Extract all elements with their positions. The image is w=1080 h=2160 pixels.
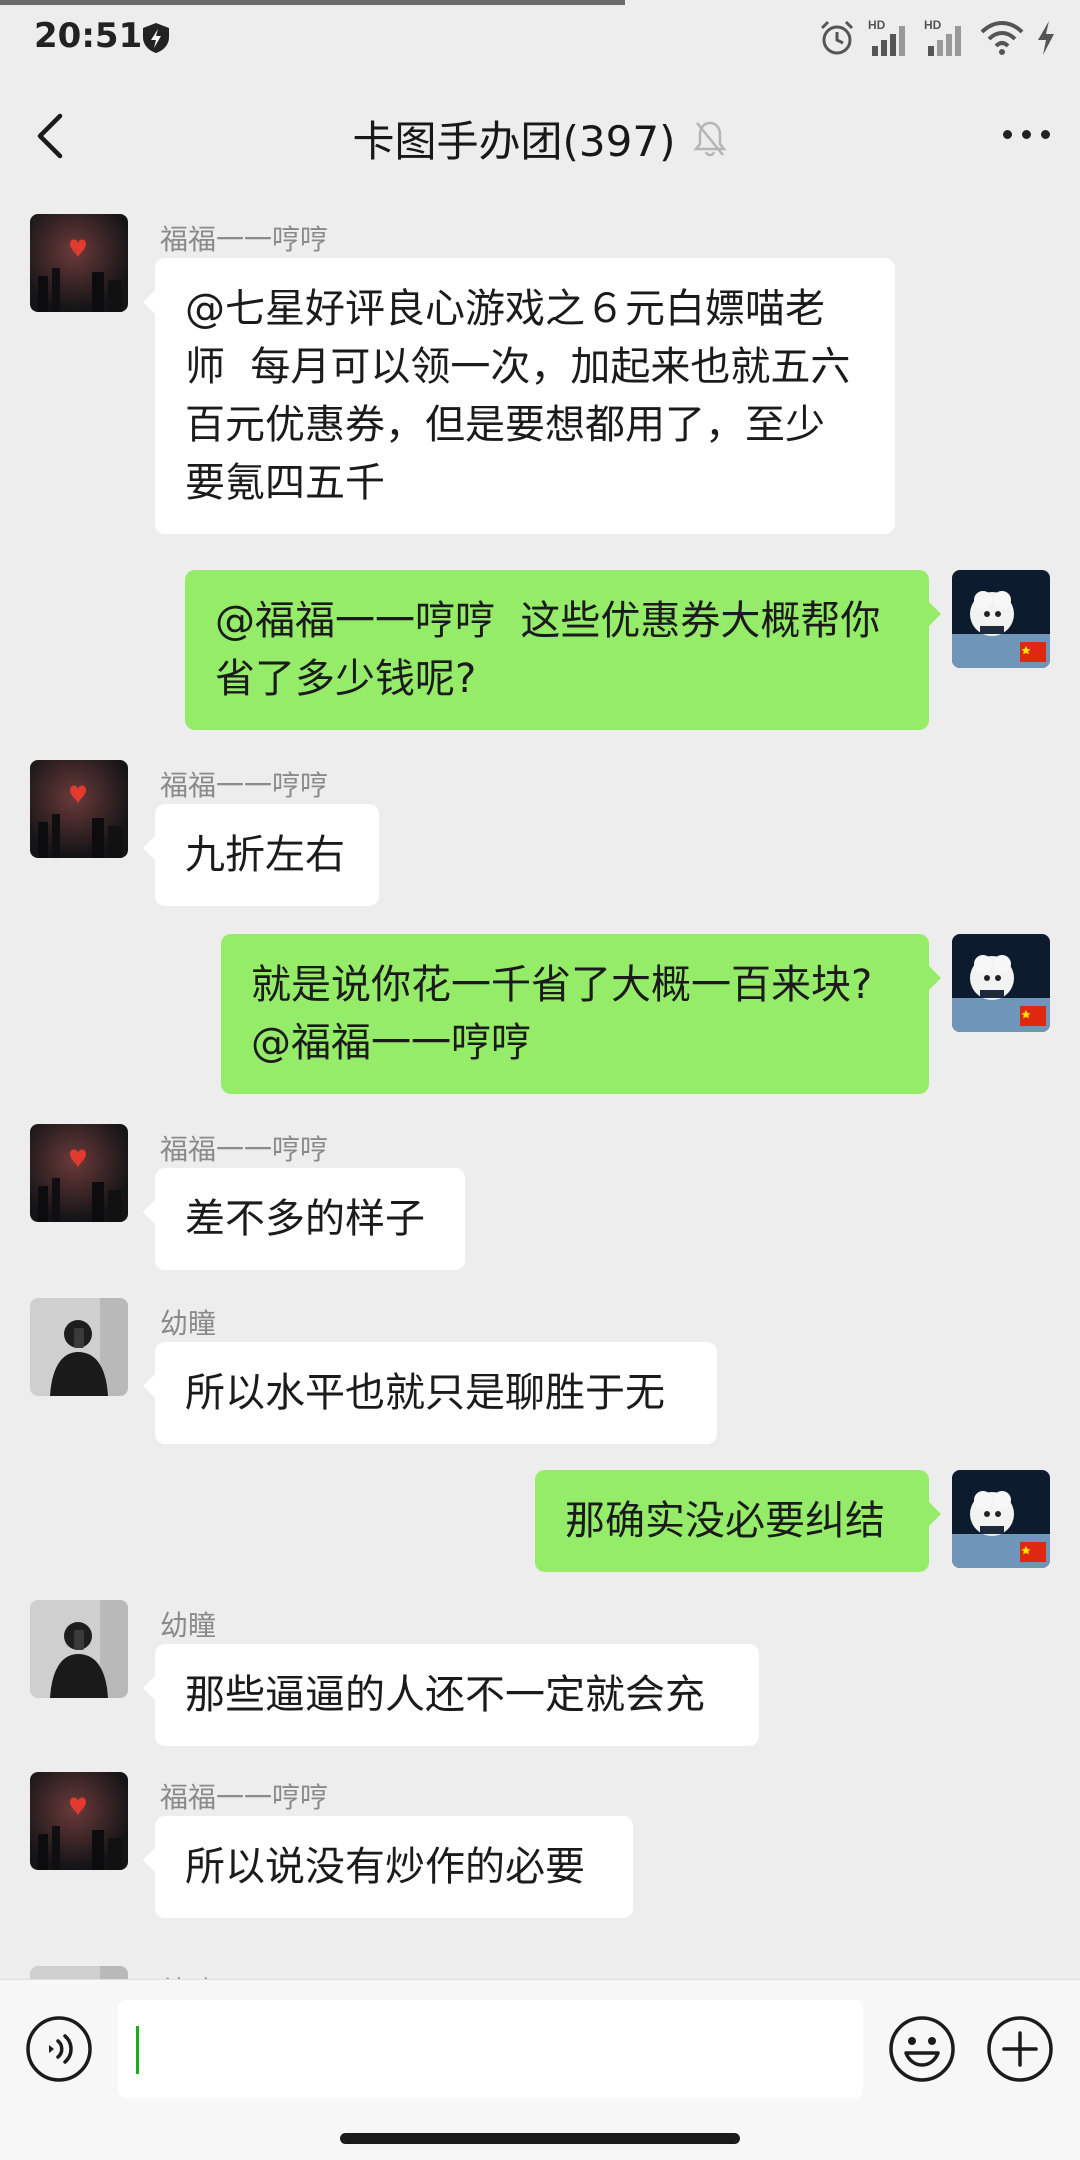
avatar[interactable] [30,214,128,312]
status-bar: 20:51 HD HD [0,0,1080,78]
message-text-line: @福福一一哼哼 [251,1020,531,1066]
chat-screen: 20:51 HD HD 卡图手办团(397) 福福一一哼哼 @七星好评良心游戏之… [0,0,1080,2160]
title-group: 卡图手办团(397) [0,108,1080,169]
avatar[interactable] [30,1298,128,1396]
sender-name: 福福一一哼哼 [160,223,329,256]
message-text-line: 那些逼逼的人还不一定就会充 [185,1672,705,1718]
wifi-icon [980,21,1024,55]
voice-icon[interactable] [25,2015,93,2083]
sender-name: 福福一一哼哼 [160,1133,329,1166]
message-text-line: 就是说你花一千省了大概一百来块? [251,962,873,1008]
charging-icon [1038,21,1054,55]
text-caret [136,2026,139,2074]
avatar[interactable] [30,1966,128,1979]
avatar[interactable] [30,760,128,858]
hd-label-2: HD [924,18,942,32]
message-bubble[interactable]: 九折左右 [143,804,379,906]
message-input[interactable] [118,2000,863,2098]
message-bubble[interactable]: @福福一一哼哼 这些优惠券大概帮你 省了多少钱呢? [185,570,941,730]
more-icon[interactable] [1003,130,1050,139]
message-text-line: @福福一一哼哼 这些优惠券大概帮你 [215,598,881,644]
avatar[interactable] [952,934,1050,1032]
mute-bell-icon [693,121,728,156]
shield-icon [143,23,169,53]
message-text-line: 所以水平也就只是聊胜于无 [185,1370,665,1416]
sender-name: 福福一一哼哼 [160,769,329,802]
message-bubble[interactable]: @七星好评良心游戏之６元白嫖喵老师 每月可以领一次，加起来也就五六 百元优惠券，但… [143,258,895,534]
message-text-line: 那确实没必要纠结 [565,1498,885,1544]
sender-name: 幼瞳 [160,1307,217,1340]
message-text-line: 师 每月可以领一次，加起来也就五六 [185,344,851,390]
message-bubble[interactable]: 差不多的样子 [143,1168,465,1270]
message-bubble[interactable]: 那确实没必要纠结 [535,1470,941,1572]
message-bubble[interactable]: 就是说你花一千省了大概一百来块? @福福一一哼哼 [221,934,941,1094]
status-time: 20:51 [34,16,143,56]
avatar[interactable] [30,1124,128,1222]
message-text-line: 省了多少钱呢? [215,656,477,702]
message-text-line: 百元优惠券，但是要想都用了，至少 [185,402,825,448]
avatar[interactable] [952,1470,1050,1568]
sender-name: 幼瞳 [160,1970,216,1979]
input-bar [0,1979,1080,2160]
chat-header: 卡图手办团(397) [0,78,1080,194]
message-bubble[interactable]: 所以说没有炒作的必要 [143,1816,633,1918]
alarm-icon [820,20,854,55]
avatar[interactable] [952,570,1050,668]
message-text-line: 九折左右 [185,832,345,878]
message-text-line: 差不多的样子 [185,1196,425,1242]
status-icons: HD HD [818,18,1056,58]
signal-hd-2-icon: HD [924,18,961,56]
avatar[interactable] [30,1600,128,1698]
message-text-line: 要氪四五千 [185,460,385,506]
emoji-icon[interactable] [888,2015,956,2083]
avatar[interactable] [30,1772,128,1870]
chat-title: 卡图手办团(397) [352,117,676,166]
message-text-line: 所以说没有炒作的必要 [185,1844,585,1890]
message-list[interactable]: 福福一一哼哼 @七星好评良心游戏之６元白嫖喵老师 每月可以领一次，加起来也就五六百… [0,194,1080,1979]
hd-label-1: HD [868,18,886,32]
home-indicator[interactable] [340,2133,740,2144]
sender-name: 福福一一哼哼 [160,1781,329,1814]
plus-icon[interactable] [986,2015,1054,2083]
message-bubble[interactable]: 那些逼逼的人还不一定就会充 [143,1644,759,1746]
message-text-line: @七星好评良心游戏之６元白嫖喵老 [185,286,825,332]
signal-hd-1-icon: HD [868,18,905,56]
sender-name: 幼瞳 [160,1609,217,1642]
message-bubble[interactable]: 所以水平也就只是聊胜于无 [143,1342,717,1444]
